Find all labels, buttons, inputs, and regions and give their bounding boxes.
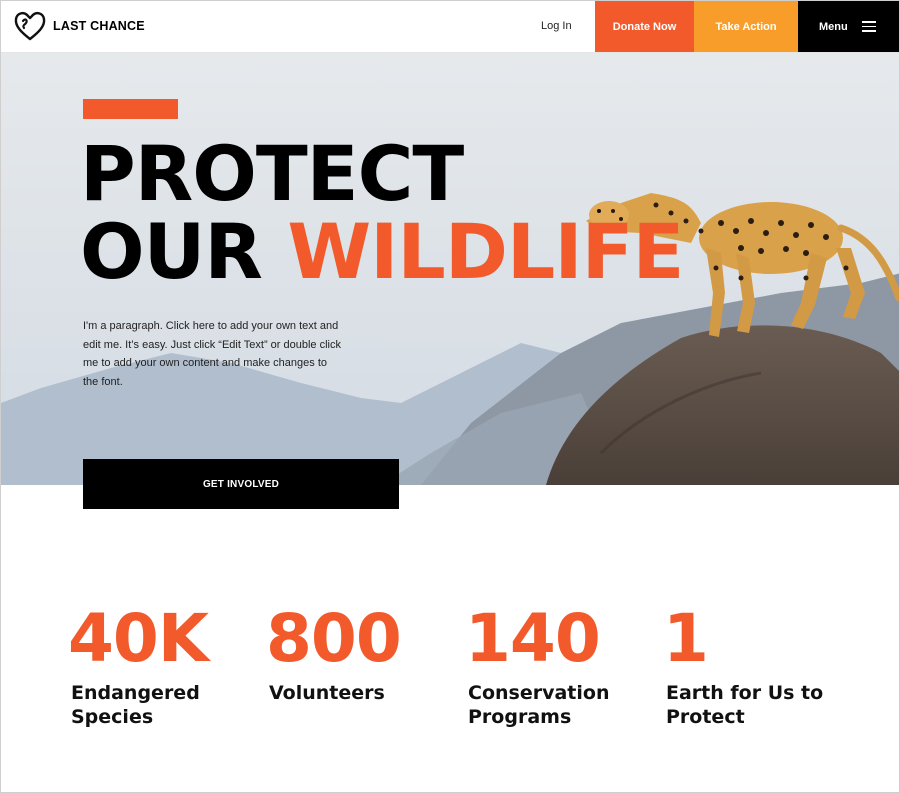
heart-logo-icon (14, 11, 46, 41)
stat-volunteers: 800 Volunteers (266, 603, 429, 705)
hero-paragraph: I'm a paragraph. Click here to add your … (83, 320, 341, 388)
stat-value: 800 (266, 600, 402, 677)
menu-button[interactable]: Menu (798, 1, 899, 52)
menu-label: Menu (819, 20, 848, 33)
accent-bar (83, 99, 178, 119)
stat-label: Endangered Species (71, 682, 200, 728)
stat-label: Conservation Programs (468, 682, 610, 728)
hamburger-icon (862, 21, 876, 32)
stat-value: 1 (663, 600, 709, 677)
logo-text: LAST CHANCE (53, 19, 145, 33)
stat-value: 40K (68, 600, 209, 677)
stat-label: Earth for Us to Protect (666, 682, 824, 728)
logo[interactable]: LAST CHANCE (13, 9, 145, 43)
headline-black-word: OUR (80, 207, 263, 296)
get-involved-button[interactable]: GET INVOLVED (83, 459, 399, 509)
donate-now-button[interactable]: Donate Now (595, 1, 694, 52)
site-header: LAST CHANCE Log In Donate Now Take Actio… (1, 1, 899, 53)
stat-endangered-species: 40K Endangered Species (68, 603, 231, 729)
stat-conservation-programs: 140 Conservation Programs (465, 603, 618, 729)
take-action-button[interactable]: Take Action (694, 1, 798, 52)
headline-line-1: PROTECT (80, 129, 464, 218)
page: LAST CHANCE Log In Donate Now Take Actio… (0, 0, 900, 793)
headline-line-2: OUR WILDLIFE (80, 213, 684, 291)
headline-orange-word: WILDLIFE (287, 207, 684, 296)
stat-label: Volunteers (269, 682, 385, 704)
hero-headline: PROTECT OUR WILDLIFE (80, 129, 684, 291)
stat-value: 140 (465, 600, 601, 677)
stat-earth: 1 Earth for Us to Protect (663, 603, 841, 729)
login-link[interactable]: Log In (541, 20, 572, 32)
